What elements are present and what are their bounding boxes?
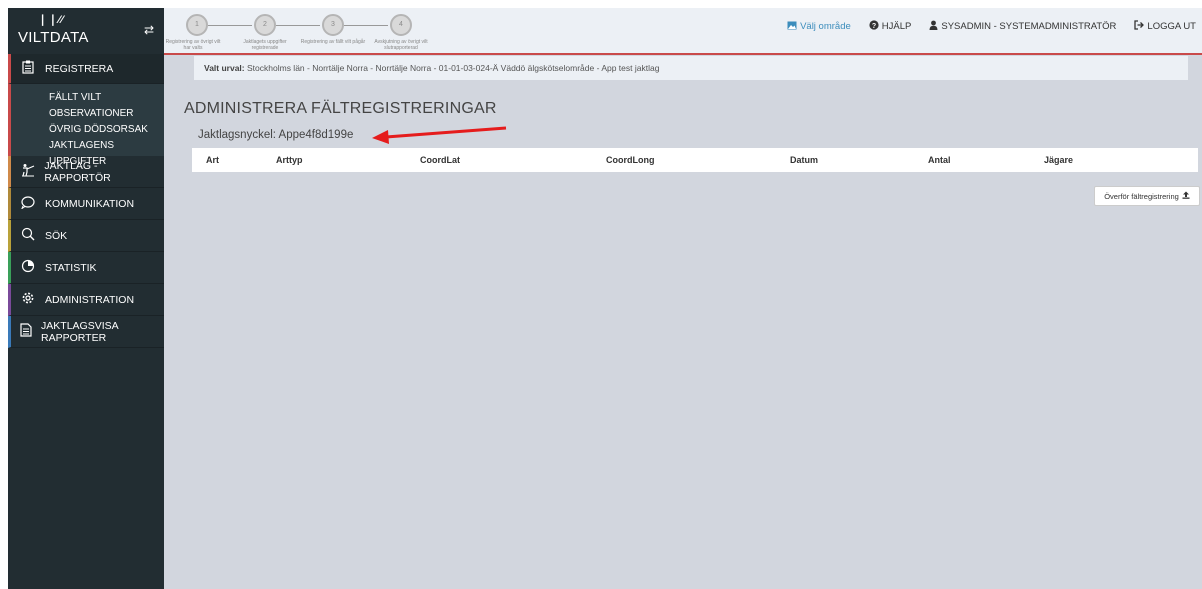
selection-value: Stockholms län - Norrtälje Norra - Norrt… (247, 63, 660, 73)
annotation-arrow (372, 126, 507, 144)
submenu-item-observationer[interactable]: OBSERVATIONER (11, 106, 164, 122)
column-header-arttyp[interactable]: Arttyp (276, 155, 303, 165)
sidebar-item-administration[interactable]: ADMINISTRATION (8, 284, 164, 316)
page-title: ADMINISTRERA FÄLTREGISTRERINGAR (184, 100, 497, 117)
registrations-table-header: Art Arttyp CoordLat CoordLong Datum Anta… (192, 148, 1198, 172)
column-header-antal[interactable]: Antal (928, 155, 951, 165)
step-3-circle: 3 (322, 14, 344, 36)
user-icon (929, 20, 938, 33)
help-link[interactable]: ? HJÄLP (869, 20, 912, 33)
chat-icon (15, 195, 41, 212)
sidebar-item-statistik[interactable]: STATISTIK (8, 252, 164, 284)
sidebar-item-jaktlagsvisa-rapporter[interactable]: JAKTLAGSVISA RAPPORTER (8, 316, 164, 348)
step-4-circle: 4 (390, 14, 412, 36)
submenu-registrera: FÄLLT VILT OBSERVATIONER ÖVRIG DÖDSORSAK… (8, 84, 164, 167)
sidebar-item-label: ADMINISTRATION (45, 293, 135, 306)
transfer-button-label: Överför fältregistrering (1104, 191, 1179, 201)
column-header-jagare[interactable]: Jägare (1044, 155, 1073, 165)
step-1-label: Registrering av övrigt vilt har valts (165, 39, 221, 51)
progress-steps: 1 2 3 4 Registrering av övrigt vilt har … (166, 12, 428, 52)
logout-icon (1134, 20, 1145, 33)
sidebar-item-label: STATISTIK (45, 261, 97, 274)
choose-area-link[interactable]: Välj område (787, 21, 851, 33)
step-connector (276, 25, 320, 26)
step-2-circle: 2 (254, 14, 276, 36)
document-icon (15, 323, 37, 340)
logo-icon: ❘❘⁄⁄ (38, 14, 65, 26)
choose-area-label: Välj område (800, 21, 851, 32)
user-link[interactable]: SYSADMIN - SYSTEMADMINISTRATÖR (929, 20, 1116, 33)
submenu-item-ovrig-dodsorsak[interactable]: ÖVRIG DÖDSORSAK (11, 122, 164, 138)
gear-icon (15, 291, 41, 308)
question-icon: ? (869, 20, 879, 33)
top-nav: Välj område ? HJÄLP SYSADMIN - SYSTEMADM… (769, 20, 1196, 33)
logout-link[interactable]: LOGGA UT (1134, 20, 1196, 33)
hunter-icon (15, 163, 40, 180)
user-label: SYSADMIN - SYSTEMADMINISTRATÖR (941, 21, 1117, 32)
step-1-circle: 1 (186, 14, 208, 36)
submenu-item-fallt-vilt[interactable]: FÄLLT VILT (11, 90, 164, 106)
logo-text: VILTDATA (18, 28, 89, 46)
brand[interactable]: ❘❘⁄⁄ VILTDATA ⇄ (8, 8, 164, 54)
step-2-label: Jaktlagets uppgifter registrerade (243, 39, 287, 51)
search-icon (15, 227, 41, 244)
sidebar-item-label: SÖK (45, 229, 68, 242)
step-3-label: Registrering av fällt vilt pågår (300, 39, 366, 45)
picture-icon (787, 21, 797, 33)
column-header-coordlong[interactable]: CoordLong (606, 155, 655, 165)
sidebar: ❘❘⁄⁄ VILTDATA ⇄ REGISTRERA FÄLLT VILT OB… (8, 8, 164, 589)
app-frame: ❘❘⁄⁄ VILTDATA ⇄ REGISTRERA FÄLLT VILT OB… (8, 8, 1202, 589)
selection-bar: Valt urval: Stockholms län - Norrtälje N… (194, 56, 1188, 80)
column-header-datum[interactable]: Datum (790, 155, 818, 165)
step-4-label: Avskjutning av övrigt vilt slutrapporter… (374, 39, 428, 51)
upload-icon (1182, 191, 1190, 201)
step-connector (344, 25, 388, 26)
column-header-coordlat[interactable]: CoordLat (420, 155, 460, 165)
column-header-art[interactable]: Art (206, 155, 219, 165)
svg-text:?: ? (872, 23, 876, 30)
sidebar-item-label: JAKTLAGSVISA RAPPORTER (41, 319, 119, 344)
pie-chart-icon (15, 259, 41, 276)
sidebar-item-label: REGISTRERA (45, 62, 114, 75)
submenu-item-jaktlagens-uppgifter[interactable]: JAKTLAGENS UPPGIFTER (11, 138, 164, 167)
help-label: HJÄLP (881, 21, 912, 32)
sidebar-item-label: KOMMUNIKATION (45, 197, 135, 210)
top-header: 1 2 3 4 Registrering av övrigt vilt har … (164, 8, 1202, 55)
sidebar-item-sok[interactable]: SÖK (8, 220, 164, 252)
sidebar-item-registrera[interactable]: REGISTRERA (8, 54, 164, 84)
sidebar-item-kommunikation[interactable]: KOMMUNIKATION (8, 188, 164, 220)
selection-label: Valt urval: (204, 63, 245, 73)
step-connector (208, 25, 252, 26)
transfer-registration-button[interactable]: Överför fältregistrering (1094, 186, 1200, 206)
hunting-team-key: Jaktlagsnyckel: Appe4f8d199e (198, 129, 354, 141)
logout-label: LOGGA UT (1147, 21, 1196, 32)
sidebar-item-label: JAKTLAG - RAPPORTÖR (44, 159, 111, 184)
sidebar-item-jaktlag-rapportor[interactable]: JAKTLAG - RAPPORTÖR (8, 156, 164, 188)
exchange-icon[interactable]: ⇄ (144, 23, 154, 37)
clipboard-icon (15, 60, 41, 77)
